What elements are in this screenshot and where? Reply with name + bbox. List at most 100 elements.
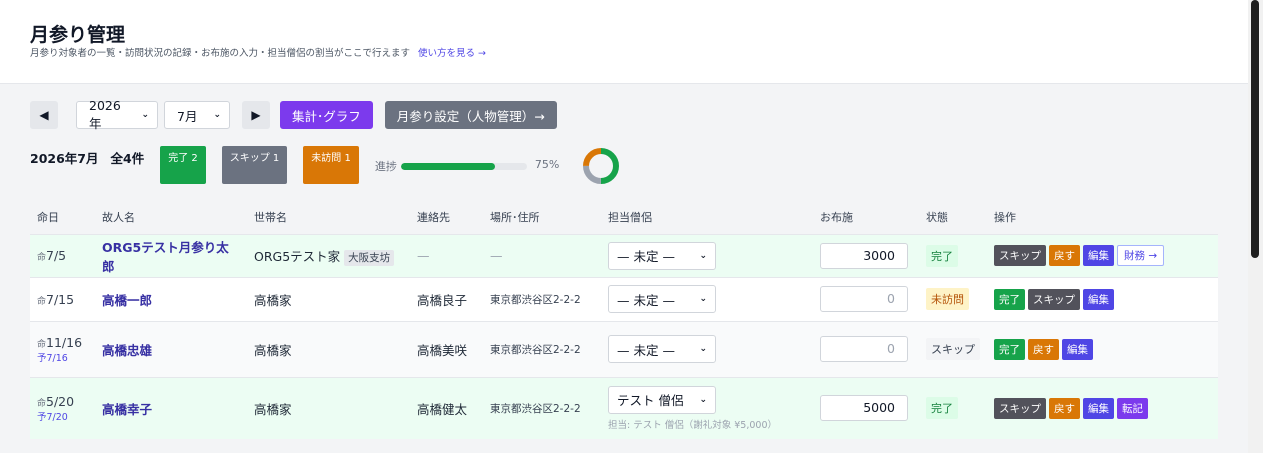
chevron-down-icon: ⌄ — [213, 110, 221, 120]
skip-button[interactable]: スキップ — [1028, 288, 1080, 310]
table-header-row: 命日 故人名 世帯名 連絡先 場所･住所 担当僧侶 お布施 状態 操作 — [30, 200, 1218, 234]
page-title: 月参り管理 — [30, 24, 126, 46]
prev-month-button[interactable]: ◀ — [30, 101, 58, 129]
revert-button[interactable]: 戻す — [1049, 245, 1080, 266]
status-donut-chart — [583, 148, 620, 184]
date-cell: 命7/15 — [30, 276, 95, 321]
address-cell: 東京都渋谷区2-2-2 — [483, 376, 601, 439]
scheduled-date: 予7/20 — [37, 411, 68, 423]
monk-select-value: — 未定 — — [617, 292, 675, 308]
progress-bar-fill — [400, 163, 496, 170]
revert-button[interactable]: 戻す — [1028, 338, 1059, 360]
monthly-visit-table: 命日 故人名 世帯名 連絡先 場所･住所 担当僧侶 お布施 状態 操作 命7/5… — [30, 200, 1218, 439]
deceased-name-link[interactable]: 高橋忠雄 — [102, 343, 152, 358]
skip-button[interactable]: スキップ — [994, 397, 1046, 419]
memorial-date: 11/16 — [46, 334, 83, 350]
table-row: 命7/5 ORG5テスト月参り太郎 ORG5テスト家 大阪支坊 — — — 未定 … — [30, 233, 1218, 277]
period-controls: ◀ 2026年 ⌄ 7月 ⌄ ▶ 集計･グラフ 月参り設定（人物管理）→ — [30, 98, 557, 131]
year-select[interactable]: 2026年 ⌄ — [76, 98, 158, 131]
monk-select[interactable]: — 未定 — ⌄ — [608, 241, 716, 270]
progress-percent: 75% — [534, 158, 560, 171]
column-header-offering: お布施 — [820, 210, 853, 224]
deceased-name-link[interactable]: 高橋幸子 — [102, 402, 152, 417]
contact-cell: 高橋健太 — [410, 376, 483, 439]
memorial-icon: 命 — [37, 253, 47, 263]
memorial-date: 7/15 — [46, 291, 75, 307]
monk-select[interactable]: テスト 僧侶 ⌄ — [608, 385, 716, 414]
table-row: 命5/20 予7/20 高橋幸子 高橋家 高橋健太 東京都渋谷区2-2-2 テスト… — [30, 376, 1218, 439]
monk-select-value: — 未定 — — [617, 249, 675, 264]
address-cell: 東京都渋谷区2-2-2 — [483, 276, 601, 321]
stats-graph-button[interactable]: 集計･グラフ — [280, 101, 373, 129]
year-select-value: 2026年 — [89, 98, 121, 131]
column-header-contact: 連絡先 — [417, 210, 450, 224]
column-header-actions: 操作 — [994, 210, 1016, 224]
chevron-down-icon: ⌄ — [699, 344, 707, 354]
monk-assignment-note: 担当: テスト 僧侶（謝礼対象 ¥5,000） — [608, 419, 778, 431]
revert-button[interactable]: 戻す — [1049, 397, 1080, 419]
offering-input[interactable]: 5000 — [820, 395, 908, 422]
finance-link-button[interactable]: 財務 → — [1117, 245, 1165, 266]
column-header-status: 状態 — [926, 210, 948, 224]
monk-select-value: テスト 僧侶 — [617, 393, 684, 409]
address-cell: 東京都渋谷区2-2-2 — [483, 320, 601, 377]
skip-button[interactable]: スキップ — [994, 245, 1046, 266]
memorial-date: 7/5 — [46, 248, 67, 263]
date-cell: 命7/5 — [30, 233, 95, 277]
edit-button[interactable]: 編集 — [1083, 397, 1114, 419]
column-header-date: 命日 — [37, 210, 59, 224]
chevron-down-icon: ⌄ — [141, 110, 149, 120]
progress-label: 進捗 — [374, 160, 397, 173]
scrollbar-thumb[interactable] — [1251, 0, 1259, 258]
actions-cell: スキップ 戻す 編集 財務 → — [987, 233, 1218, 277]
edit-button[interactable]: 編集 — [1083, 245, 1114, 266]
page-subtitle: 月参り対象者の一覧・訪問状況の記録・お布施の入力・担当僧侶の割当がここで行えます… — [30, 45, 486, 59]
progress-bar — [400, 163, 527, 170]
household-cell: ORG5テスト家 大阪支坊 — [247, 233, 410, 277]
help-link[interactable]: 使い方を見る → — [418, 48, 486, 59]
done-count-badge: 完了 2 — [160, 146, 206, 184]
address-cell: — — [483, 233, 601, 277]
summary-total: 全4件 — [110, 151, 145, 166]
chevron-down-icon: ⌄ — [699, 294, 707, 304]
memorial-icon: 命 — [37, 296, 47, 307]
household-name: 高橋家 — [247, 376, 410, 439]
monk-select[interactable]: — 未定 — ⌄ — [608, 285, 716, 313]
monthly-settings-button[interactable]: 月参り設定（人物管理）→ — [384, 101, 557, 129]
status-badge: 完了 — [926, 397, 958, 420]
edit-button[interactable]: 編集 — [1083, 288, 1114, 310]
offering-input[interactable]: 0 — [820, 336, 908, 362]
complete-button[interactable]: 完了 — [994, 288, 1025, 310]
edit-button[interactable]: 編集 — [1062, 338, 1093, 360]
todo-count-badge: 未訪問 1 — [303, 146, 359, 184]
date-cell: 命11/16 予7/16 — [30, 320, 95, 377]
column-header-monk: 担当僧侶 — [608, 210, 652, 224]
month-select-value: 7月 — [177, 108, 198, 124]
column-header-name: 故人名 — [102, 210, 135, 224]
monthly-summary: 2026年7月 全4件 完了 2 スキップ 1 未訪問 1 進捗 75% — [30, 146, 621, 186]
household-name: 高橋家 — [247, 320, 410, 377]
scheduled-date: 予7/16 — [37, 352, 68, 364]
monk-select[interactable]: — 未定 — ⌄ — [608, 335, 716, 363]
chevron-down-icon: ⌄ — [699, 394, 707, 405]
actions-cell: スキップ 戻す 編集 転記 — [987, 376, 1218, 439]
month-select[interactable]: 7月 ⌄ — [164, 101, 230, 129]
branch-tag: 大阪支坊 — [344, 250, 395, 266]
status-badge: スキップ — [926, 338, 980, 360]
deceased-name-link[interactable]: 高橋一郎 — [102, 293, 152, 308]
offering-input[interactable]: 3000 — [820, 242, 908, 269]
offering-input[interactable]: 0 — [820, 286, 908, 312]
deceased-name-link[interactable]: ORG5テスト月参り太郎 — [102, 240, 229, 274]
table-row: 命11/16 予7/16 高橋忠雄 高橋家 高橋美咲 東京都渋谷区2-2-2 — … — [30, 320, 1218, 377]
complete-button[interactable]: 完了 — [994, 338, 1025, 360]
date-cell: 命5/20 予7/20 — [30, 376, 95, 439]
actions-cell: 完了 スキップ 編集 — [987, 276, 1218, 321]
monk-select-value: — 未定 — — [617, 342, 675, 358]
chevron-down-icon: ⌄ — [699, 250, 707, 261]
contact-cell: 高橋美咲 — [410, 320, 483, 377]
post-entry-button[interactable]: 転記 — [1117, 397, 1148, 419]
next-month-button[interactable]: ▶ — [242, 101, 270, 129]
contact-cell: — — [410, 233, 483, 277]
summary-month: 2026年7月 — [30, 151, 99, 166]
memorial-date: 5/20 — [46, 393, 75, 409]
